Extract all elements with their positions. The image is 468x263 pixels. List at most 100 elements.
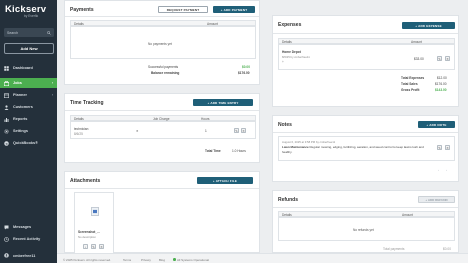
chevron-right-icon: ›: [51, 81, 53, 85]
total-time-value: 1.0 Hours: [232, 149, 246, 153]
edit-icon[interactable]: ✎: [437, 145, 442, 150]
time-entry-charge: ✕: [136, 129, 139, 133]
jobs-icon: [4, 80, 9, 86]
divider: [273, 132, 458, 133]
payments-empty-text: No payments yet: [148, 42, 172, 46]
delete-icon[interactable]: ✕: [445, 145, 450, 150]
add-refund-button[interactable]: + ADD REFUND: [418, 196, 455, 203]
sidebar-item-planner[interactable]: Planner ›: [0, 90, 57, 100]
search-box: [4, 28, 54, 37]
footer: © 2025 Kickserv. All rights reserved. Te…: [57, 253, 468, 263]
attachment-name: Screenshot_...: [78, 230, 100, 234]
total-sales-value: $176.00: [435, 82, 447, 86]
sidebar-item-label: Settings: [13, 129, 28, 133]
time-tracking-title: Time Tracking: [70, 100, 104, 106]
system-status-text: All Systems Operational: [177, 257, 210, 262]
divider: [273, 33, 458, 34]
terms-link[interactable]: Terms: [123, 258, 131, 262]
edit-icon[interactable]: ✎: [437, 56, 442, 61]
recent-activity-icon: [4, 236, 9, 242]
messages-icon: [4, 225, 9, 229]
expense-subtext: 8/6/25 by cmberfree11: [282, 55, 310, 59]
next-page-icon[interactable]: ›: [444, 167, 449, 172]
sidebar-item-jobs[interactable]: Jobs ›: [0, 78, 57, 88]
successful-payments-label: Successful payments: [148, 65, 179, 69]
edit-icon[interactable]: ✎: [91, 244, 96, 249]
edit-icon[interactable]: ✎: [234, 128, 239, 133]
add-time-entry-button[interactable]: + ADD TIME ENTRY: [193, 99, 253, 106]
kickserv-logo[interactable]: Kickserv by Everflo: [5, 4, 46, 18]
delete-icon[interactable]: ✕: [99, 244, 104, 249]
refunds-empty-text: No refunds yet: [353, 228, 374, 232]
prev-page-icon[interactable]: ‹: [436, 167, 441, 172]
attach-file-button[interactable]: + ATTACH FILE: [197, 177, 253, 184]
divider: [273, 207, 458, 208]
total-time-label: Total Time: [205, 149, 221, 153]
add-new-button[interactable]: Add New: [4, 43, 54, 54]
gross-profit-value: $143.00: [435, 88, 447, 92]
chevron-right-icon: ›: [51, 93, 53, 97]
user-menu[interactable]: cmberfree11: [4, 253, 35, 258]
time-tracking-card: Time Tracking + ADD TIME ENTRY Details J…: [64, 93, 260, 163]
sidebar-item-label: Reports: [13, 117, 28, 121]
sidebar-item-dashboard[interactable]: Dashboard: [0, 63, 57, 73]
attachments-title: Attachments: [70, 178, 101, 184]
total-payments-label: Total payments: [383, 247, 405, 251]
attachment-description: No description: [78, 235, 96, 239]
quickbooks-icon: q: [4, 140, 9, 146]
sidebar-item-label: Planner: [13, 93, 27, 97]
sidebar-item-label: Customers: [13, 105, 33, 109]
total-payments-value: $0.00: [443, 247, 451, 251]
expense-amount: $33.00: [414, 57, 424, 61]
refunds-card: Refunds + ADD REFUND Details Amount No r…: [272, 190, 459, 253]
request-payment-button[interactable]: REQUEST PAYMENT: [158, 6, 208, 13]
sidebar-item-messages[interactable]: Messages: [0, 222, 57, 232]
balance-remaining-label: Balance remaining: [151, 71, 180, 75]
status-dot-icon: [173, 258, 176, 261]
privacy-link[interactable]: Privacy: [141, 258, 151, 262]
copyright-text: © 2025 Kickserv. All rights reserved.: [63, 257, 112, 262]
sidebar-item-label: Jobs: [13, 81, 22, 85]
time-entry-date: 8/6/25: [74, 132, 83, 136]
sidebar: Kickserv by Everflo Add New Dashboard Jo…: [0, 0, 57, 263]
user-name: cmberfree11: [13, 253, 36, 258]
time-entry-user: technician: [74, 127, 89, 131]
time-entry-hours: 1: [205, 129, 207, 133]
sidebar-item-label: Messages: [13, 225, 32, 229]
plus-icon: +: [282, 60, 284, 64]
note-title: Lawn Maintenance: [282, 145, 309, 149]
divider: [65, 188, 259, 189]
delete-icon[interactable]: ✕: [241, 128, 246, 133]
successful-payments-value: $0.00: [242, 65, 250, 69]
attachment-tile[interactable]: Screenshot_... No description ↓ ✎ ✕: [74, 192, 114, 254]
total-expenses-label: Total Expenses: [401, 76, 425, 80]
search-input[interactable]: [4, 28, 44, 37]
sidebar-item-customers[interactable]: Customers: [0, 102, 57, 112]
note-meta: August 6, 2025 at 3:58 PM by cmberfree11: [282, 140, 336, 144]
refunds-empty-box: No refunds yet: [278, 217, 455, 241]
blog-link[interactable]: Blog: [159, 258, 165, 262]
payments-empty-box: No payments yet: [70, 26, 256, 59]
total-sales-label: Total Sales: [401, 82, 418, 86]
search-icon[interactable]: [47, 30, 51, 35]
download-icon[interactable]: ↓: [83, 244, 88, 249]
reports-icon: [4, 117, 9, 122]
notes-title: Notes: [278, 122, 292, 128]
system-status[interactable]: All Systems Operational: [173, 258, 209, 262]
add-note-button[interactable]: + ADD NOTE: [418, 121, 455, 128]
sidebar-item-quickbooks[interactable]: q QuickBooks®: [0, 138, 57, 148]
time-entry-row: technician 8/6/25 ✕ 1 ✎ ✕: [70, 121, 256, 139]
notes-card: Notes + ADD NOTE August 6, 2025 at 3:58 …: [272, 115, 459, 182]
balance-remaining-value: $176.00: [238, 71, 250, 75]
sidebar-item-recent-activity[interactable]: Recent Activity: [0, 234, 57, 244]
sidebar-item-settings[interactable]: Settings: [0, 126, 57, 136]
expenses-card: Expenses + ADD EXPENSE Details Amount Ho…: [272, 15, 459, 107]
payments-card: Payments REQUEST PAYMENT + ADD PAYMENT D…: [64, 0, 260, 85]
add-payment-button[interactable]: + ADD PAYMENT: [213, 6, 255, 13]
note-body: Lawn Maintenance Regular mowing, edging,…: [282, 145, 432, 154]
gross-profit-label: Gross Profit: [401, 88, 420, 92]
sidebar-item-reports[interactable]: Reports: [0, 114, 57, 124]
add-expense-button[interactable]: + ADD EXPENSE: [402, 22, 455, 29]
delete-icon[interactable]: ✕: [445, 56, 450, 61]
settings-icon: [4, 128, 9, 134]
